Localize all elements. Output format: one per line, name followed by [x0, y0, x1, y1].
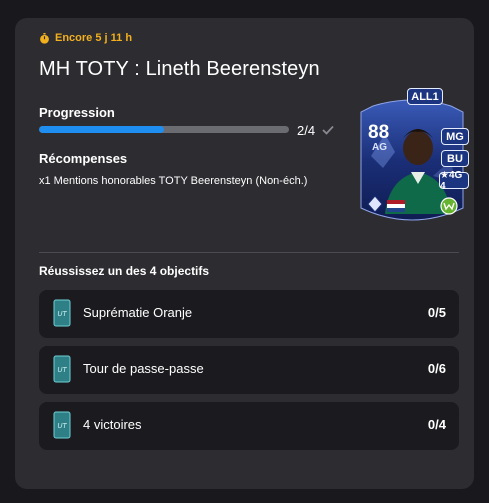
ut-pack-icon: UT: [53, 411, 71, 439]
objectives-label: Réussissez un des 4 objectifs: [39, 264, 210, 278]
objective-row[interactable]: UT Suprématie Oranje 0/5: [39, 290, 459, 338]
timer-text: Encore 5 j 11 h: [55, 32, 133, 44]
objective-label: Suprématie Oranje: [83, 305, 193, 320]
card-position: AG: [372, 142, 387, 153]
divider: [39, 252, 459, 253]
progress-count: 2/4: [297, 123, 316, 138]
netherlands-flag-icon: [387, 200, 405, 212]
check-icon: [322, 125, 334, 135]
card-rating: 88: [368, 122, 390, 143]
objective-count: 0/6: [427, 361, 446, 376]
card-badge: ALL1: [407, 88, 443, 105]
objective-count: 0/4: [427, 417, 446, 432]
objective-row[interactable]: UT 4 victoires 0/4: [39, 402, 459, 450]
objective-label: Tour de passe-passe: [83, 361, 204, 376]
ut-pack-icon: UT: [53, 299, 71, 327]
rewards-label: Récompenses: [39, 151, 128, 166]
alt-position: MG: [441, 128, 469, 145]
objective-row[interactable]: UT Tour de passe-passe 0/6: [39, 346, 459, 394]
svg-text:UT: UT: [57, 423, 67, 430]
svg-text:UT: UT: [57, 311, 67, 318]
progress-bar: [39, 126, 289, 133]
progress-bar-fill: [39, 126, 164, 133]
wolfsburg-crest-icon: [440, 197, 458, 215]
svg-text:UT: UT: [57, 367, 67, 374]
objective-count: 0/5: [427, 305, 446, 320]
player-card[interactable]: ALL1 88 AG MG BU ★4G 4: [355, 86, 469, 226]
objective-label: 4 victoires: [83, 417, 142, 432]
stopwatch-icon: [40, 32, 49, 44]
alt-position: BU: [441, 150, 469, 167]
progress-label: Progression: [39, 105, 115, 120]
objective-title: MH TOTY : Lineth Beerensteyn: [39, 58, 320, 80]
objective-panel: Encore 5 j 11 h MH TOTY : Lineth Beerens…: [15, 18, 474, 489]
skill-weakfoot-tag: ★4G 4: [439, 170, 469, 192]
time-remaining: Encore 5 j 11 h: [39, 32, 132, 44]
reward-item: x1 Mentions honorables TOTY Beerensteyn …: [39, 175, 308, 187]
ut-pack-icon: UT: [53, 355, 71, 383]
